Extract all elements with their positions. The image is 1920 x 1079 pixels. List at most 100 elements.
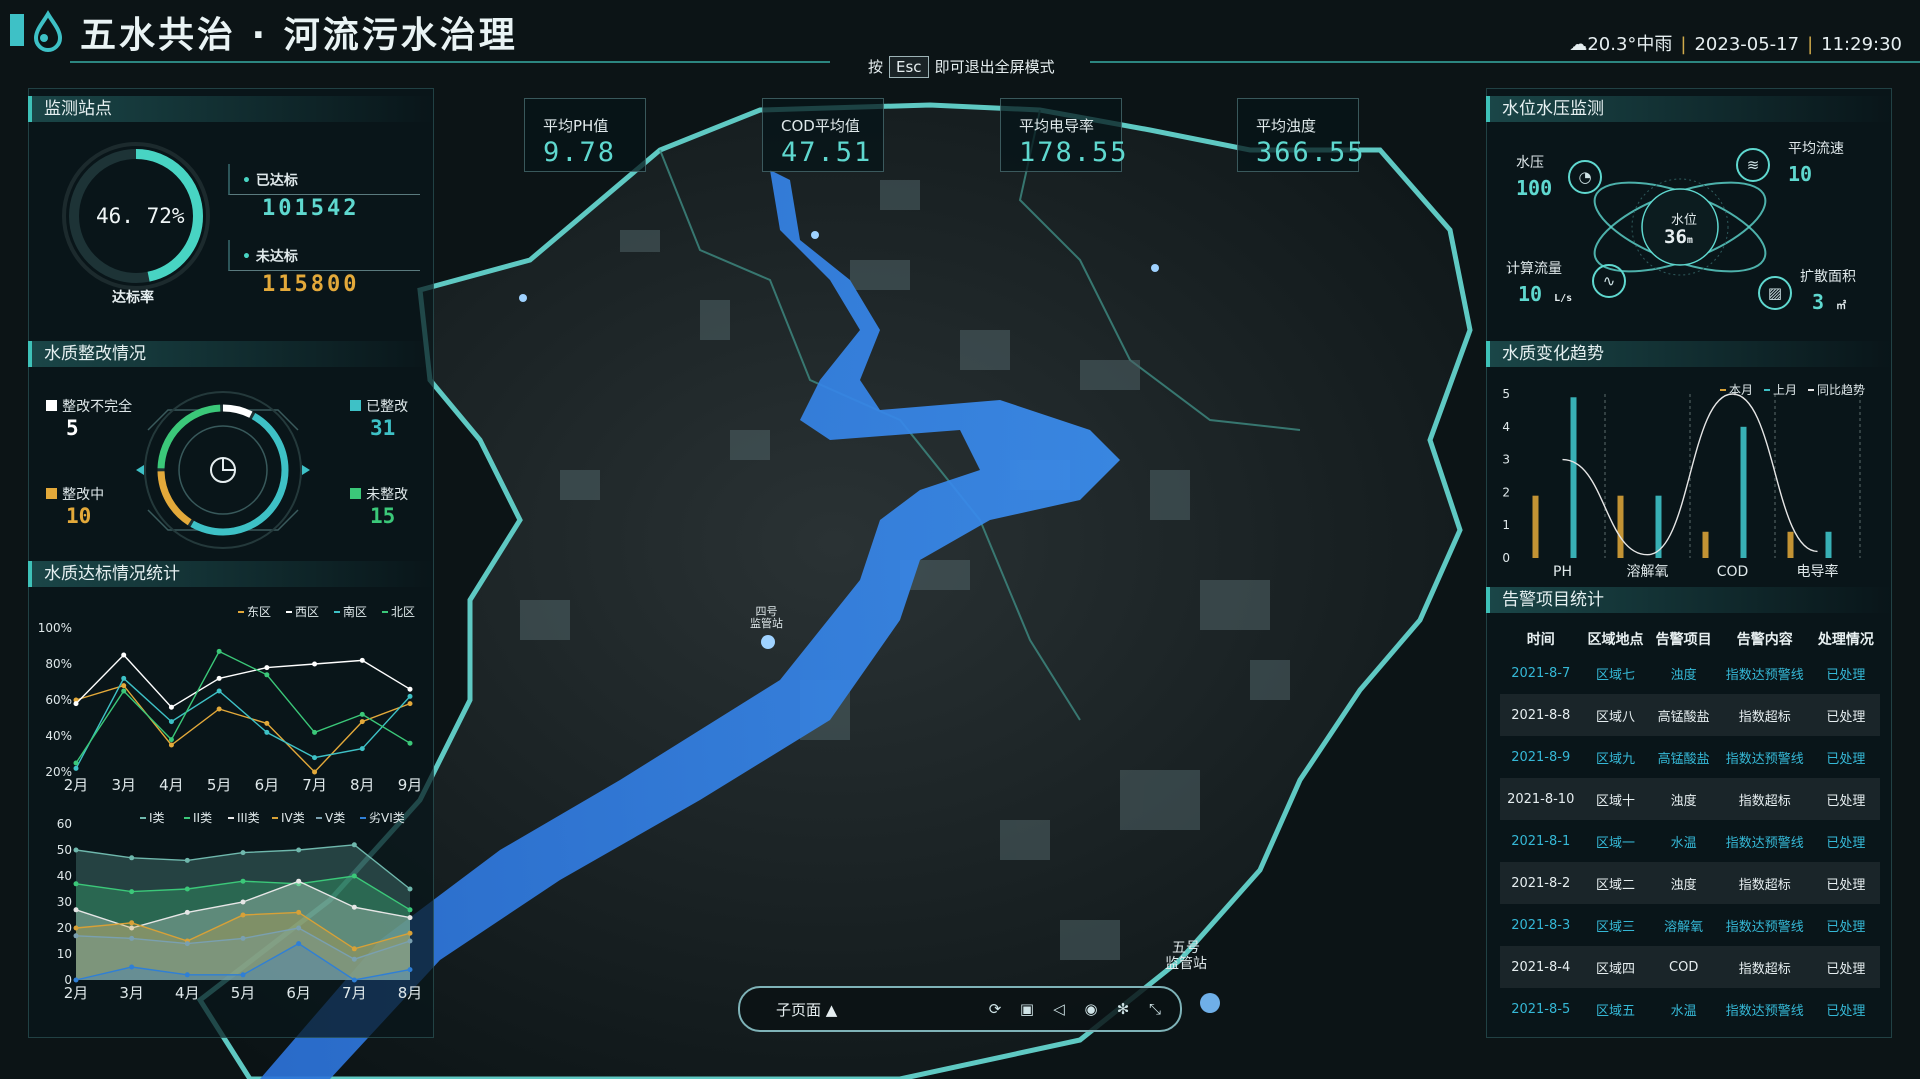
x-tick-label: 电导率 (1797, 563, 1839, 580)
data-point (184, 972, 190, 978)
rectify-donut (136, 391, 310, 549)
station-marker[interactable] (811, 231, 819, 239)
y-tick-label: 40 (57, 869, 72, 883)
mute-icon[interactable]: ◁ (1050, 1000, 1068, 1018)
cell-item: 浊度 (1649, 862, 1718, 904)
visibility-icon[interactable]: ◉ (1082, 1000, 1100, 1018)
x-tick-label: 2月 (64, 984, 89, 1002)
data-point (168, 742, 174, 748)
compliance-rate-label: 达标率 (112, 290, 154, 306)
data-point (216, 675, 222, 681)
data-point (184, 941, 190, 947)
bar (1570, 397, 1577, 558)
data-point (129, 935, 135, 941)
table-row[interactable]: 2021-8-1 区域一 水温 指数达预警线 已处理 (1500, 820, 1880, 862)
cell-item: 高锰酸盐 (1649, 694, 1718, 736)
data-point (240, 972, 246, 978)
x-tick-label: 6月 (255, 776, 280, 794)
area-hatch-icon: ▨ (1758, 276, 1792, 310)
data-point (168, 737, 174, 743)
data-point (359, 746, 365, 752)
data-point (312, 661, 318, 667)
station-4-label: 四号 监管站 (750, 605, 783, 630)
rectify-pending-value: 15 (370, 504, 396, 528)
x-tick-label: PH (1553, 564, 1572, 580)
subpage-button[interactable]: 子页面 ▲ (776, 999, 837, 1020)
data-point (73, 765, 79, 771)
data-point (312, 769, 318, 775)
y-tick-label: 3 (1502, 453, 1510, 467)
data-point (407, 907, 413, 913)
col-status: 处理情况 (1817, 632, 1874, 648)
refresh-icon[interactable]: ⟳ (986, 1000, 1004, 1018)
station-marker-4[interactable] (761, 635, 775, 649)
header: 五水共治 · 河流污水治理 ☁20.3°中雨 | 2023-05-17 | 11:29:… (0, 0, 1920, 63)
cell-item: 浊度 (1649, 778, 1718, 820)
cell-status: 已处理 (1811, 946, 1880, 988)
layout-icon[interactable]: ▣ (1018, 1000, 1036, 1018)
data-point (129, 855, 135, 861)
rectify-title: 水质整改情况 (28, 341, 434, 367)
data-point (184, 857, 190, 863)
data-point (216, 688, 222, 694)
cell-status: 已处理 (1826, 919, 1866, 935)
rectify-inprogress-label: 整改中 (62, 487, 105, 503)
y-tick-label: 60 (57, 817, 72, 831)
cell-status: 已处理 (1826, 667, 1866, 683)
metric-label: 平均电导率 (1019, 117, 1095, 135)
data-point (296, 847, 302, 853)
legend-label: I类 (149, 811, 165, 825)
spread-area-label: 扩散面积 (1800, 269, 1856, 285)
weather-text: 20.3°中雨 (1587, 34, 1673, 55)
metric-conductivity: 平均电导率 178.55 (1000, 98, 1127, 172)
data-point (129, 920, 135, 926)
y-tick-label: 4 (1502, 420, 1510, 434)
station-marker[interactable] (519, 294, 527, 302)
table-row[interactable]: 2021-8-4 区域四 COD 指数超标 已处理 (1500, 946, 1880, 988)
data-point (73, 701, 79, 707)
cell-area: 区域一 (1596, 835, 1636, 851)
table-row[interactable]: 2021-8-7 区域七 浊度 指数达预警线 已处理 (1500, 652, 1880, 694)
table-row[interactable]: 2021-8-5 区域五 水温 指数达预警线 已处理 (1500, 988, 1880, 1030)
cell-status: 已处理 (1811, 778, 1880, 820)
table-row[interactable]: 2021-8-10 区域十 浊度 指数超标 已处理 (1500, 778, 1880, 820)
metric-value: 47.51 (781, 137, 873, 168)
data-point (73, 847, 79, 853)
table-row[interactable]: 2021-8-2 区域二 浊度 指数超标 已处理 (1500, 862, 1880, 904)
metric-cod: COD平均值 47.51 (762, 98, 884, 172)
hint-suffix: 即可退出全屏模式 (934, 58, 1055, 76)
cell-content: 指数达预警线 (1725, 751, 1804, 767)
data-point (351, 842, 357, 848)
page-title: 五水共治 · 河流污水治理 (80, 15, 518, 56)
bar (1740, 426, 1747, 558)
data-point (168, 719, 174, 725)
cell-time: 2021-8-8 (1500, 694, 1582, 736)
data-point (73, 881, 79, 887)
cell-area: 区域七 (1596, 667, 1636, 683)
alerts-table: 时间 区域地点 告警项目 告警内容 处理情况 2021-8-7 区域七 浊度 指数达预… (1500, 626, 1880, 1030)
data-point (216, 648, 222, 654)
settings-icon[interactable]: ✻ (1114, 1000, 1132, 1018)
station-marker-5[interactable] (1200, 993, 1220, 1013)
data-point (168, 704, 174, 710)
legend-label: 劣VI类 (369, 811, 405, 825)
x-tick-label: COD (1717, 564, 1749, 580)
metric-label: 平均PH值 (543, 117, 609, 135)
data-point (312, 729, 318, 735)
flow-rate-icon: ∿ (1592, 264, 1626, 298)
table-row[interactable]: 2021-8-8 区域八 高锰酸盐 指数超标 已处理 (1500, 694, 1880, 736)
spread-area-number: 3 (1812, 290, 1825, 314)
cell-item: 高锰酸盐 (1657, 751, 1710, 767)
cell-area: 区域十 (1581, 778, 1650, 820)
data-point (296, 878, 302, 884)
alerts-title: 告警项目统计 (1486, 587, 1892, 613)
table-row[interactable]: 2021-8-9 区域九 高锰酸盐 指数达预警线 已处理 (1500, 736, 1880, 778)
data-point (351, 956, 357, 962)
exit-fullscreen-icon[interactable]: ⤡ (1146, 1000, 1164, 1018)
station-marker[interactable] (1151, 264, 1159, 272)
cell-time: 2021-8-3 (1511, 917, 1571, 933)
cell-time: 2021-8-2 (1500, 862, 1582, 904)
alerts-header-row: 时间 区域地点 告警项目 告警内容 处理情况 (1500, 626, 1880, 652)
data-point (240, 878, 246, 884)
table-row[interactable]: 2021-8-3 区域三 溶解氧 指数达预警线 已处理 (1500, 904, 1880, 946)
